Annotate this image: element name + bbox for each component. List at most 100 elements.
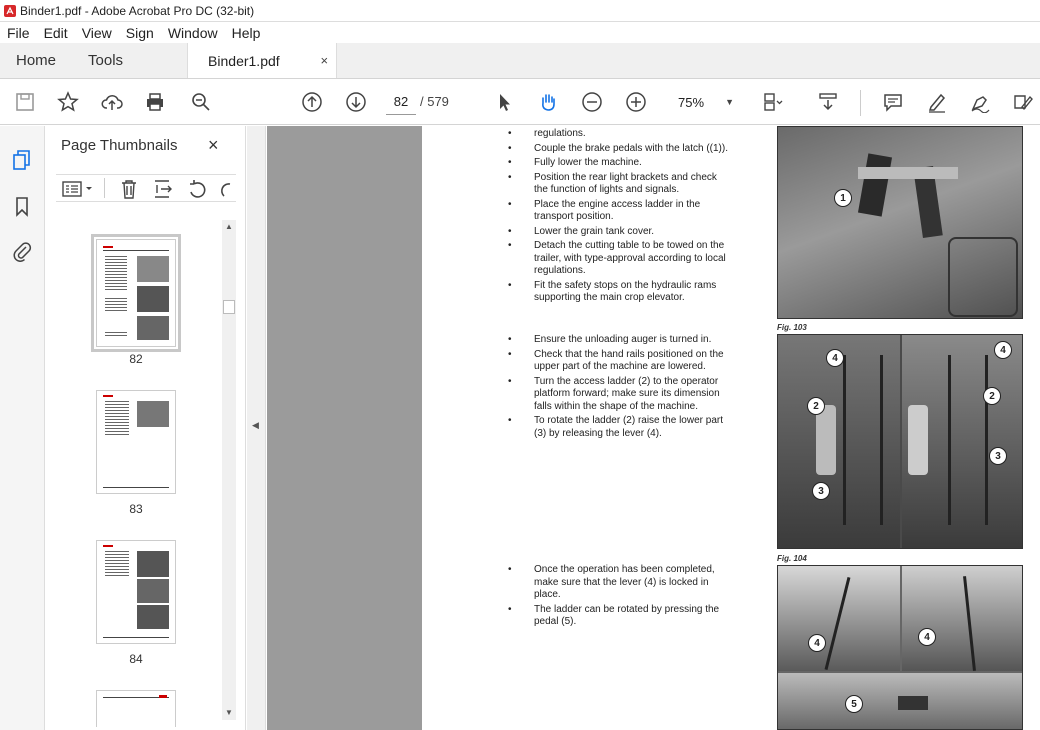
- page-total-label: / 579: [420, 94, 449, 109]
- thumbnails-panel: Page Thumbnails × 82 83 84 ▲ ▼: [46, 126, 246, 730]
- rotate-counterclockwise-icon[interactable]: [186, 178, 208, 200]
- instruction-item: To rotate the ladder (2) raise the lower…: [502, 415, 732, 440]
- menu-file[interactable]: File: [0, 25, 37, 41]
- chevron-down-icon: ▼: [725, 97, 734, 107]
- callout-4: 4: [808, 634, 826, 652]
- title-bar: Binder1.pdf - Adobe Acrobat Pro DC (32-b…: [0, 0, 1040, 22]
- instruction-item: Place the engine access ladder in the tr…: [502, 199, 732, 224]
- instructions-section-2: Ensure the unloading auger is turned in.…: [502, 334, 732, 442]
- panel-close-icon[interactable]: ×: [208, 135, 219, 156]
- panel-tool-separator: [104, 178, 105, 198]
- bookmark-icon[interactable]: [10, 194, 34, 218]
- hand-tool-icon[interactable]: [535, 89, 561, 115]
- thumbnail-list: 82 83 84: [46, 212, 226, 727]
- tab-document-label: Binder1.pdf: [208, 52, 280, 69]
- window-title: Binder1.pdf - Adobe Acrobat Pro DC (32-b…: [20, 3, 255, 18]
- scrolling-mode-icon[interactable]: [815, 89, 841, 115]
- callout-1: 1: [834, 189, 852, 207]
- highlight-pen-icon[interactable]: [924, 89, 950, 115]
- zoom-value: 75%: [678, 94, 705, 110]
- upload-cloud-icon[interactable]: [99, 89, 125, 115]
- menu-edit[interactable]: Edit: [37, 25, 75, 41]
- document-page: regulations. Couple the brake pedals wit…: [422, 126, 1040, 730]
- callout-3: 3: [989, 447, 1007, 465]
- instruction-item: Fit the safety stops on the hydraulic ra…: [502, 280, 732, 305]
- callout-5: 5: [845, 695, 863, 713]
- insert-page-icon[interactable]: [152, 178, 174, 200]
- collapse-panel-icon[interactable]: ◀: [252, 420, 259, 431]
- page-number-input[interactable]: 82: [386, 89, 416, 115]
- page-display-icon[interactable]: [759, 89, 785, 115]
- zoom-dropdown[interactable]: 75% ▼: [668, 89, 740, 115]
- print-icon[interactable]: [142, 89, 168, 115]
- zoom-in-icon[interactable]: [623, 89, 649, 115]
- instructions-section-3: Once the operation has been completed, m…: [502, 564, 732, 631]
- thumbnail-page-85[interactable]: [96, 690, 176, 727]
- instruction-item: Position the rear light brackets and che…: [502, 172, 732, 197]
- options-menu-icon[interactable]: [61, 179, 95, 199]
- page-thumbnails-icon[interactable]: [10, 148, 34, 172]
- menu-sign[interactable]: Sign: [119, 25, 161, 41]
- panel-toolbar: [56, 174, 236, 202]
- next-page-icon[interactable]: [343, 89, 369, 115]
- zoom-search-icon[interactable]: [188, 89, 214, 115]
- menu-bar: File Edit View Sign Window Help: [0, 22, 1040, 43]
- instruction-item: Fully lower the machine.: [502, 157, 732, 170]
- instruction-item: Ensure the unloading auger is turned in.: [502, 334, 732, 347]
- tab-bar: Home Tools Binder1.pdf ×: [0, 43, 1040, 79]
- instructions-section-1: regulations. Couple the brake pedals wit…: [502, 128, 732, 307]
- callout-2: 2: [807, 397, 825, 415]
- toolbar-separator: [860, 90, 861, 116]
- acrobat-icon: [4, 4, 16, 17]
- figure-caption: Fig. 104: [777, 554, 807, 563]
- scrollbar-thumb[interactable]: [223, 300, 235, 314]
- instruction-item: Detach the cutting table to be towed on …: [502, 240, 732, 278]
- tab-document[interactable]: Binder1.pdf ×: [187, 43, 338, 78]
- zoom-out-icon[interactable]: [579, 89, 605, 115]
- document-viewer[interactable]: regulations. Couple the brake pedals wit…: [267, 126, 1040, 730]
- instruction-item: regulations.: [502, 128, 732, 141]
- tab-close-icon[interactable]: ×: [320, 53, 328, 68]
- instruction-item: Turn the access ladder (2) to the operat…: [502, 376, 732, 414]
- delete-page-icon[interactable]: [118, 178, 140, 200]
- scroll-up-icon[interactable]: ▲: [225, 222, 233, 231]
- select-cursor-icon[interactable]: [491, 89, 517, 115]
- previous-page-icon[interactable]: [299, 89, 325, 115]
- save-icon[interactable]: [12, 89, 38, 115]
- tab-home[interactable]: Home: [0, 43, 72, 78]
- access-ladder-photo: 4 2 3 4 2 3: [777, 334, 1023, 549]
- instruction-item: The ladder can be rotated by pressing th…: [502, 604, 732, 629]
- instruction-item: Check that the hand rails positioned on …: [502, 349, 732, 374]
- menu-help[interactable]: Help: [225, 25, 268, 41]
- callout-3: 3: [812, 482, 830, 500]
- comment-icon[interactable]: [880, 89, 906, 115]
- lever-pedal-photo: 4 4 5: [777, 565, 1023, 730]
- panel-title: Page Thumbnails: [61, 137, 178, 154]
- rotate-clockwise-icon[interactable]: [216, 178, 234, 200]
- instruction-item: Once the operation has been completed, m…: [502, 564, 732, 602]
- thumbnail-label: 82: [129, 352, 143, 366]
- thumbnail-label: 84: [129, 652, 143, 666]
- instruction-item: Lower the grain tank cover.: [502, 226, 732, 239]
- menu-view[interactable]: View: [75, 25, 119, 41]
- thumbnail-page-83[interactable]: [96, 390, 176, 494]
- instruction-item: Couple the brake pedals with the latch (…: [502, 143, 732, 156]
- brake-pedal-photo: 1: [777, 126, 1023, 319]
- figure-caption: Fig. 103: [777, 323, 807, 332]
- thumbnail-page-82[interactable]: [91, 234, 181, 352]
- callout-4: 4: [918, 628, 936, 646]
- callout-2: 2: [983, 387, 1001, 405]
- thumbnail-page-84[interactable]: [96, 540, 176, 644]
- panel-scrollbar[interactable]: ▲ ▼: [222, 220, 236, 720]
- panel-splitter[interactable]: ◀: [247, 126, 266, 730]
- thumbnail-label: 83: [129, 502, 143, 516]
- menu-window[interactable]: Window: [161, 25, 225, 41]
- scroll-down-icon[interactable]: ▼: [225, 708, 233, 717]
- fill-sign-icon[interactable]: [1010, 89, 1036, 115]
- sign-pen-icon[interactable]: [967, 89, 993, 115]
- attachment-icon[interactable]: [10, 239, 34, 263]
- callout-4: 4: [826, 349, 844, 367]
- bookmark-star-icon[interactable]: [55, 89, 81, 115]
- left-rail: [0, 126, 45, 730]
- tab-tools[interactable]: Tools: [72, 43, 139, 78]
